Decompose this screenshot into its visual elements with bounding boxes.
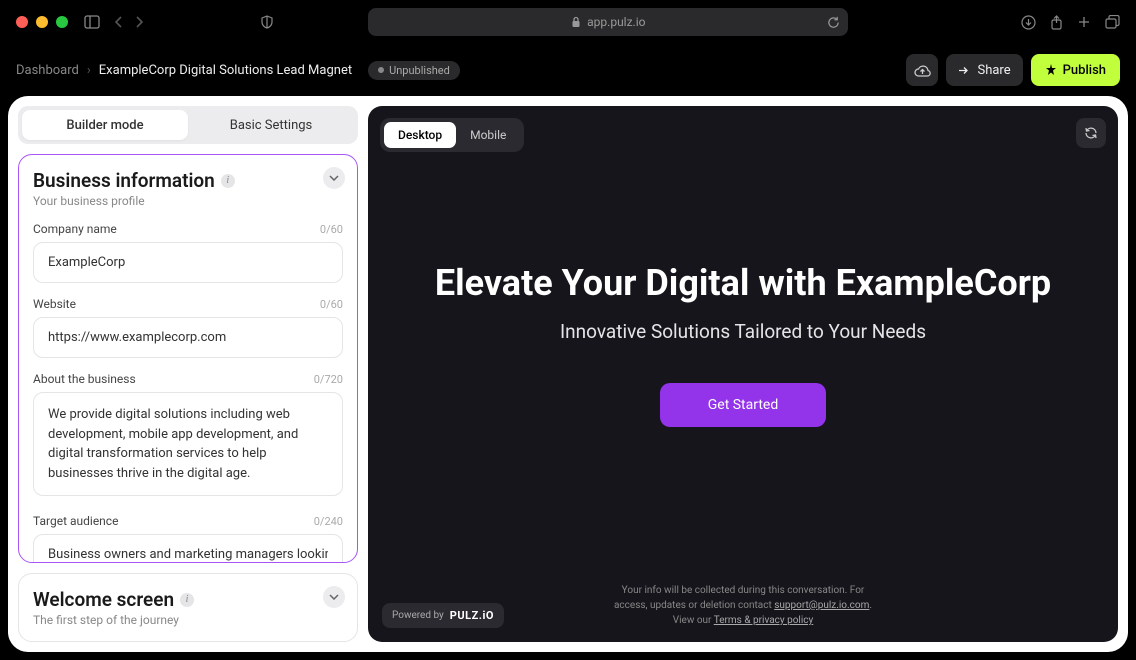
hero-section: Elevate Your Digital with ExampleCorp In…	[368, 106, 1118, 583]
hero-title: Elevate Your Digital with ExampleCorp	[435, 262, 1051, 305]
main-container: Builder mode Basic Settings Business inf…	[8, 96, 1128, 652]
maximize-window-button[interactable]	[56, 16, 68, 28]
url-bar[interactable]: app.pulz.io	[368, 8, 848, 36]
company-name-input[interactable]	[33, 242, 343, 283]
nav-back-icon[interactable]	[114, 15, 124, 29]
preview-device-toggle: Desktop Mobile	[380, 118, 524, 152]
status-text: Unpublished	[389, 64, 450, 77]
collapse-button[interactable]	[323, 167, 345, 189]
publish-label: Publish	[1063, 63, 1106, 78]
preview-panel: Desktop Mobile Elevate Your Digital with…	[368, 106, 1118, 642]
status-dot-icon	[378, 67, 384, 73]
mode-toggle: Builder mode Basic Settings	[18, 106, 358, 144]
shield-icon[interactable]	[260, 15, 274, 29]
support-email-link[interactable]: support@pulz.io.com	[774, 600, 869, 611]
get-started-button[interactable]: Get Started	[660, 383, 827, 427]
share-label: Share	[977, 63, 1010, 78]
publish-button[interactable]: Publish	[1031, 54, 1120, 86]
website-input[interactable]	[33, 317, 343, 358]
chevron-right-icon: ›	[87, 63, 91, 78]
audience-label: Target audience	[33, 514, 118, 528]
business-info-card: Business information i Your business pro…	[18, 154, 358, 563]
company-name-count: 0/60	[320, 223, 343, 236]
preview-tab-mobile[interactable]: Mobile	[456, 122, 520, 148]
about-input[interactable]: We provide digital solutions including w…	[33, 392, 343, 496]
nav-forward-icon[interactable]	[134, 15, 144, 29]
footer-line-2a: access, updates or deletion contact	[614, 600, 774, 611]
audience-input[interactable]	[33, 534, 343, 563]
close-window-button[interactable]	[16, 16, 28, 28]
app-header: Dashboard › ExampleCorp Digital Solution…	[0, 44, 1136, 96]
powered-brand: PULZ.iO	[450, 609, 494, 622]
about-label: About the business	[33, 372, 136, 386]
breadcrumb: Dashboard › ExampleCorp Digital Solution…	[16, 61, 460, 80]
new-tab-icon[interactable]	[1077, 15, 1091, 30]
audience-count: 0/240	[314, 515, 343, 528]
url-text: app.pulz.io	[587, 15, 645, 29]
card-subtitle: The first step of the journey	[33, 613, 343, 627]
footer-line-1: Your info will be collected during this …	[368, 583, 1118, 598]
card-subtitle: Your business profile	[33, 194, 343, 208]
about-count: 0/720	[314, 373, 343, 386]
minimize-window-button[interactable]	[36, 16, 48, 28]
hero-subtitle: Innovative Solutions Tailored to Your Ne…	[560, 320, 926, 343]
collapse-button[interactable]	[323, 586, 345, 608]
cloud-save-button[interactable]	[906, 54, 938, 86]
window-controls	[16, 16, 68, 28]
left-panel: Builder mode Basic Settings Business inf…	[18, 106, 358, 642]
terms-link[interactable]: Terms & privacy policy	[714, 615, 814, 626]
share-browser-icon[interactable]	[1050, 15, 1063, 30]
powered-by-badge[interactable]: Powered by PULZ.iO	[382, 603, 504, 628]
tab-basic-settings[interactable]: Basic Settings	[188, 110, 354, 140]
footer-line-3a: View our	[673, 615, 714, 626]
tab-builder-mode[interactable]: Builder mode	[22, 110, 188, 140]
info-icon[interactable]: i	[221, 174, 235, 188]
tabs-icon[interactable]	[1105, 15, 1120, 30]
browser-chrome: app.pulz.io	[0, 0, 1136, 44]
welcome-screen-card: Welcome screen i The first step of the j…	[18, 573, 358, 642]
breadcrumb-root[interactable]: Dashboard	[16, 63, 79, 78]
sidebar-toggle-icon[interactable]	[84, 15, 100, 29]
lock-icon	[571, 16, 581, 28]
info-icon[interactable]: i	[180, 593, 194, 607]
powered-prefix: Powered by	[392, 610, 444, 621]
card-title: Business information	[33, 169, 215, 192]
share-button[interactable]: Share	[946, 54, 1022, 86]
reload-icon[interactable]	[827, 16, 840, 29]
refresh-preview-button[interactable]	[1076, 118, 1106, 148]
card-title: Welcome screen	[33, 588, 174, 611]
download-icon[interactable]	[1021, 15, 1036, 30]
preview-tab-desktop[interactable]: Desktop	[384, 122, 456, 148]
breadcrumb-current: ExampleCorp Digital Solutions Lead Magne…	[99, 63, 352, 78]
website-count: 0/60	[320, 298, 343, 311]
company-name-label: Company name	[33, 222, 117, 236]
status-badge: Unpublished	[368, 61, 460, 80]
website-label: Website	[33, 297, 76, 311]
